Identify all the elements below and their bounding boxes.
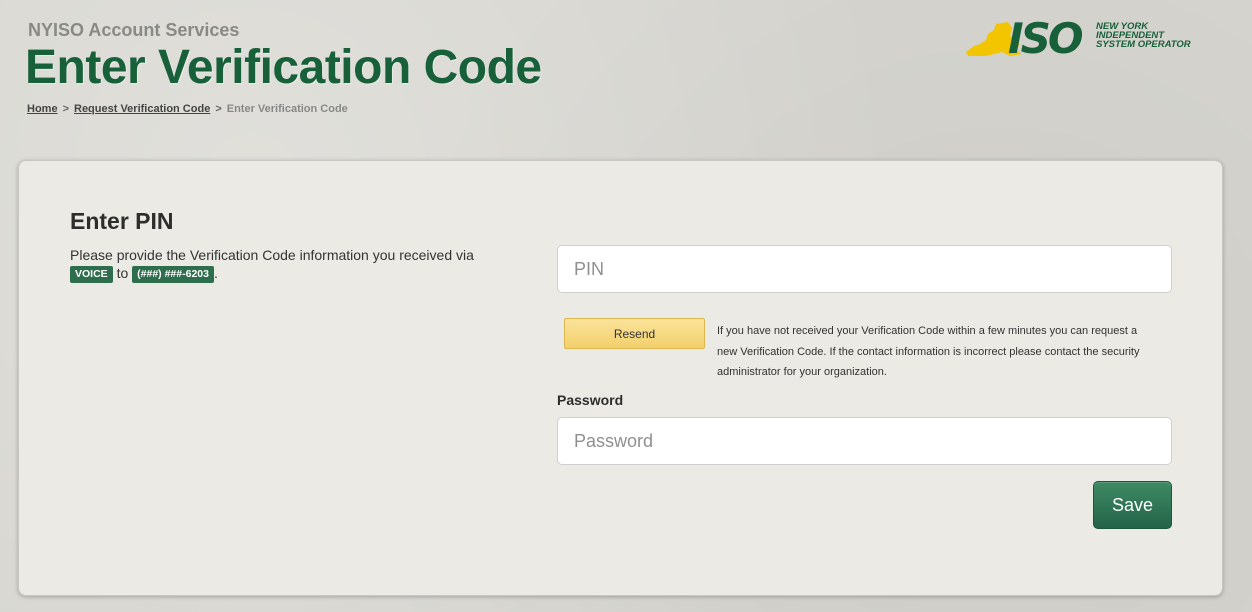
page-header: NYISO Account Services Enter Verificatio…	[0, 0, 1252, 150]
form-heading: Enter PIN	[70, 208, 174, 234]
verification-card: Enter PIN Please provide the Verificatio…	[18, 160, 1223, 596]
logo-tagline: NEW YORK INDEPENDENT SYSTEM OPERATOR	[1096, 22, 1191, 50]
password-label: Password	[557, 392, 624, 408]
page-title: Enter Verification Code	[25, 41, 542, 94]
instruction-text: Please provide the Verification Code inf…	[70, 247, 474, 263]
resend-help-text: If you have not received your Verificati…	[717, 325, 1140, 378]
breadcrumb-separator: >	[62, 103, 69, 115]
breadcrumb-current: Enter Verification Code	[226, 103, 348, 115]
save-button[interactable]: Save	[1093, 481, 1172, 529]
method-badge: VOICE	[70, 266, 113, 283]
resend-button[interactable]: Resend	[564, 318, 705, 349]
instructions: Please provide the Verification Code inf…	[70, 246, 490, 283]
phone-badge: (###) ###-6203	[132, 266, 214, 283]
breadcrumb-request-code-link[interactable]: Request Verification Code	[74, 103, 210, 115]
breadcrumb-home-link[interactable]: Home	[27, 103, 58, 115]
breadcrumb-separator: >	[215, 103, 222, 115]
logo-iso-mark: ISO	[1008, 14, 1084, 63]
instruction-to: to	[116, 265, 129, 281]
instruction-end: .	[213, 265, 218, 281]
breadcrumb: Home > Request Verification Code > Enter Ver…	[27, 103, 348, 115]
pin-input[interactable]	[557, 245, 1172, 293]
site-subtitle: NYISO Account Services	[28, 20, 240, 40]
nyiso-logo: ISO NEW YORK INDEPENDENT SYSTEM OPERATOR	[966, 14, 1216, 63]
logo-tagline-line3: SYSTEM OPERATOR	[1096, 39, 1191, 50]
password-input[interactable]	[557, 417, 1172, 465]
